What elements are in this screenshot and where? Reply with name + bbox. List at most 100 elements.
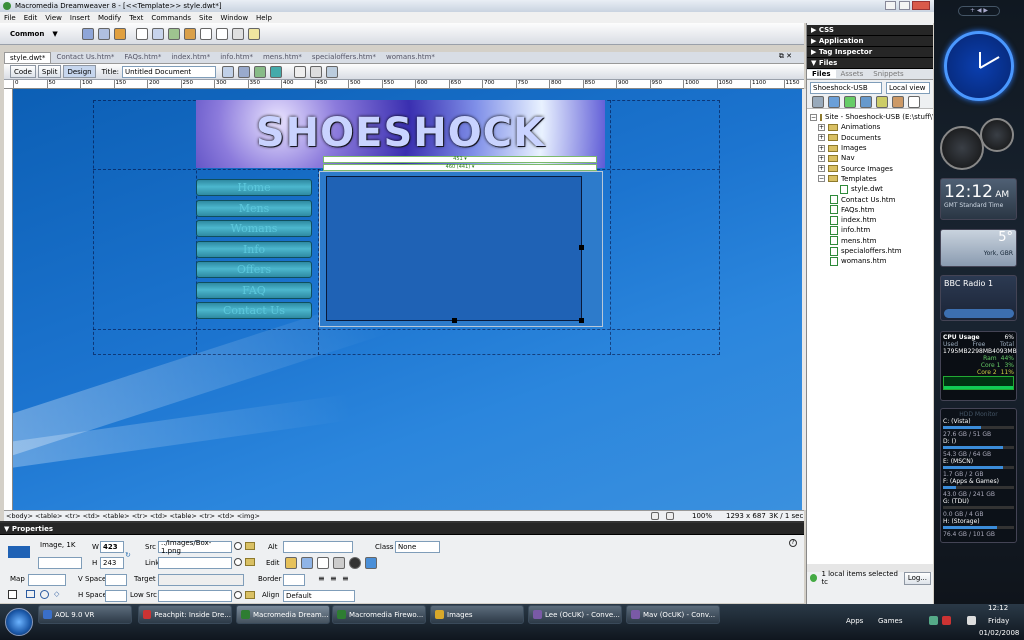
taskbar-item[interactable]: AOL 9.0 VR <box>38 605 132 624</box>
doc-title-input[interactable]: Untitled Document <box>122 65 216 78</box>
taskbar-item[interactable]: Lee (OcUK) - Conve... <box>528 605 622 624</box>
menu-commands[interactable]: Commands <box>151 14 191 22</box>
sidebar-controls[interactable]: + ◀ ▶ <box>958 6 1000 16</box>
close-button[interactable] <box>912 1 930 10</box>
class-select[interactable]: None <box>395 541 440 553</box>
menu-file[interactable]: File <box>4 14 16 22</box>
files-tab-assets[interactable]: Assets <box>836 70 869 78</box>
design-view-button[interactable]: Design <box>63 65 96 78</box>
menu-edit[interactable]: Edit <box>24 14 38 22</box>
crop-icon[interactable] <box>317 557 329 569</box>
align-select[interactable]: Default <box>283 590 355 602</box>
point-to-file-icon[interactable] <box>234 591 242 599</box>
resize-handle[interactable] <box>452 318 457 323</box>
log-button[interactable]: Log... <box>903 571 931 585</box>
image-icon[interactable] <box>167 27 180 40</box>
application-panel-header[interactable]: ▶ Application <box>807 36 933 47</box>
insert-category-select[interactable]: Common <box>10 30 44 38</box>
menu-site[interactable]: Site <box>199 14 212 22</box>
chevron-down-icon[interactable]: ▼ <box>52 30 57 38</box>
view-select[interactable]: Local view <box>886 82 930 94</box>
expand-panel-icon[interactable] <box>908 96 920 108</box>
point-to-file-icon[interactable] <box>234 542 242 550</box>
menu-help[interactable]: Help <box>256 14 272 22</box>
files-tab-snippets[interactable]: Snippets <box>868 70 908 78</box>
map-input[interactable] <box>28 574 66 586</box>
network-icon[interactable] <box>929 616 938 625</box>
tree-file[interactable]: womans.htm <box>810 256 933 266</box>
align-center-icon[interactable]: ≡ <box>330 574 337 583</box>
doc-tab[interactable]: style.dwt* <box>4 52 52 63</box>
help-icon[interactable]: ? <box>789 539 797 547</box>
align-right-icon[interactable]: ≡ <box>342 574 349 583</box>
menu-text[interactable]: Text <box>129 14 143 22</box>
reset-size-icon[interactable]: ↻ <box>125 551 131 559</box>
width-input[interactable]: 423 <box>100 541 124 553</box>
expand-icon[interactable]: + <box>818 154 825 162</box>
check-out-icon[interactable] <box>876 96 888 108</box>
menu-view[interactable]: View <box>45 14 62 22</box>
folder-icon[interactable] <box>245 558 255 566</box>
point-to-file-icon[interactable] <box>234 558 242 566</box>
expand-icon[interactable]: + <box>818 144 825 152</box>
link-input[interactable] <box>158 557 232 569</box>
get-files-icon[interactable] <box>844 96 856 108</box>
fireworks-edit-icon[interactable] <box>285 557 297 569</box>
taskbar-date[interactable]: 01/02/2008 <box>979 629 1019 637</box>
taskbar-item[interactable]: Macromedia Dream... <box>236 605 330 624</box>
layer-icon[interactable] <box>151 27 164 40</box>
debug-icon[interactable] <box>254 65 266 78</box>
tree-file[interactable]: specialoffers.htm <box>810 246 933 256</box>
refresh-icon[interactable] <box>828 96 840 108</box>
taskbar-clock[interactable]: 12:12 <box>988 604 1008 612</box>
taskbar-day[interactable]: Friday <box>988 617 1009 625</box>
taskbar-item[interactable]: Images <box>430 605 524 624</box>
tree-file[interactable]: FAQs.htm <box>810 205 933 215</box>
code-view-button[interactable]: Code <box>10 65 36 78</box>
vspace-input[interactable] <box>105 574 127 586</box>
nav-button-faq[interactable]: FAQ <box>196 281 312 299</box>
radio-controls[interactable] <box>944 309 1014 318</box>
files-panel-header[interactable]: ▼ Files <box>807 58 933 69</box>
tree-folder[interactable]: + Source Images <box>810 163 933 173</box>
nav-button-info[interactable]: Info <box>196 240 312 258</box>
tree-file[interactable]: info.htm <box>810 225 933 235</box>
tree-file[interactable]: style.dwt <box>810 184 933 194</box>
tag-selector[interactable]: <body> <table> <tr> <td> <table> <tr> <t… <box>6 512 260 520</box>
nav-button-womans[interactable]: Womans <box>196 220 312 237</box>
nav-button-offers[interactable]: Offers <box>196 261 312 278</box>
menu-window[interactable]: Window <box>220 14 248 22</box>
view-options-icon[interactable] <box>310 65 322 78</box>
tree-folder[interactable]: − Templates <box>810 174 933 184</box>
preview-icon[interactable] <box>238 65 250 78</box>
put-files-icon[interactable] <box>860 96 872 108</box>
file-management-icon[interactable] <box>222 65 234 78</box>
nav-button-contact-us[interactable]: Contact Us <box>196 302 312 319</box>
date-icon[interactable] <box>199 27 212 40</box>
apps-toolbar[interactable]: Apps <box>846 617 863 625</box>
tag-chooser-icon[interactable] <box>247 27 260 40</box>
align-left-icon[interactable]: ≡ <box>318 574 325 583</box>
tree-folder[interactable]: + Images <box>810 143 933 153</box>
tree-folder[interactable]: + Nav <box>810 153 933 163</box>
target-select[interactable] <box>158 574 244 586</box>
volume-icon[interactable] <box>967 616 976 625</box>
files-tab-files[interactable]: Files <box>807 70 836 78</box>
site-select[interactable]: Shoeshock-USB <box>810 82 882 94</box>
template-icon[interactable] <box>231 27 244 40</box>
zoom-tool-icon[interactable] <box>666 512 674 520</box>
resize-handle[interactable] <box>579 318 584 323</box>
zoom-select[interactable]: 100% <box>692 512 712 520</box>
optimize-icon[interactable] <box>301 557 313 569</box>
tree-file[interactable]: mens.htm <box>810 236 933 246</box>
height-input[interactable]: 243 <box>100 557 124 569</box>
resample-icon[interactable] <box>333 557 345 569</box>
brightness-icon[interactable] <box>349 557 361 569</box>
folder-icon[interactable] <box>245 591 255 599</box>
doc-tab[interactable]: Contact Us.htm* <box>51 52 119 63</box>
email-link-icon[interactable] <box>97 27 110 40</box>
menu-modify[interactable]: Modify <box>98 14 121 22</box>
lowsrc-input[interactable] <box>158 590 232 602</box>
image-name-input[interactable] <box>38 557 82 569</box>
refresh-icon[interactable] <box>294 65 306 78</box>
